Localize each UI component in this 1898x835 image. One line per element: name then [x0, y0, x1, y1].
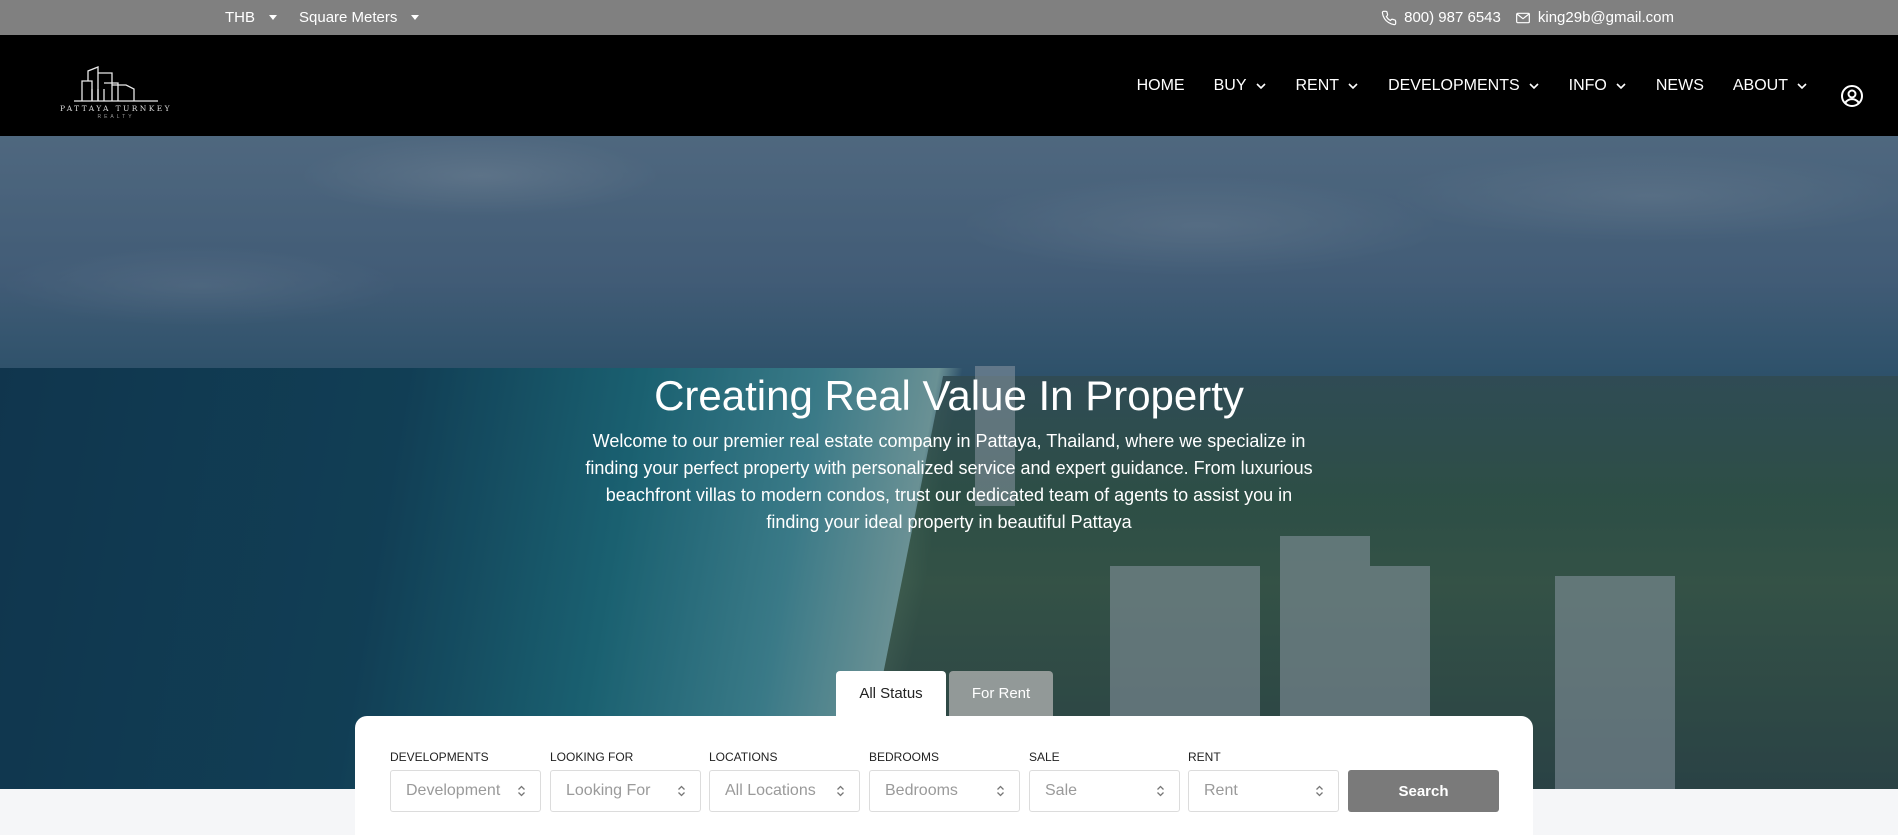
select-value: Looking For — [566, 782, 651, 799]
chevron-down-icon — [1616, 82, 1626, 89]
nav-item-info[interactable]: INFO — [1569, 77, 1627, 95]
sale-select[interactable]: Sale — [1029, 770, 1180, 812]
nav-item-about[interactable]: ABOUT — [1733, 77, 1808, 95]
caret-down-icon — [411, 15, 420, 20]
top-bar: THB Square Meters 800) 987 6543 king29b@… — [0, 0, 1898, 35]
phone-link[interactable]: 800) 987 6543 — [1381, 9, 1501, 26]
hero-description: Welcome to our premier real estate compa… — [585, 431, 1313, 532]
bedrooms-field: BEDROOMS Bedrooms — [869, 750, 1020, 812]
top-bar-left: THB Square Meters — [225, 0, 420, 35]
search-status-tabs: All Status For Rent — [836, 671, 1053, 716]
main-nav: HOME BUY RENT DEVELOPMENTS INFO NEWS ABO… — [1137, 35, 1808, 136]
nav-item-label: BUY — [1213, 76, 1247, 94]
buildings-logo-icon — [74, 66, 158, 102]
nav-item-label: HOME — [1136, 76, 1185, 94]
nav-item-label: ABOUT — [1732, 76, 1788, 94]
select-value: Bedrooms — [885, 782, 958, 799]
nav-item-news[interactable]: NEWS — [1656, 77, 1704, 95]
developments-select[interactable]: Development — [390, 770, 541, 812]
nav-item-label: INFO — [1568, 76, 1607, 94]
hero-title: Creating Real Value In Property — [654, 372, 1244, 419]
nav-item-rent[interactable]: RENT — [1296, 77, 1360, 95]
phone-number: 800) 987 6543 — [1404, 9, 1501, 26]
main-header: PATTAYA TURNKEY REALTY HOME BUY RENT DEV… — [0, 35, 1898, 136]
area-unit-label: Square Meters — [299, 9, 398, 26]
top-bar-contacts: 800) 987 6543 king29b@gmail.com — [1381, 0, 1674, 35]
phone-icon — [1381, 10, 1397, 26]
area-unit-dropdown[interactable]: Square Meters — [299, 9, 420, 26]
select-value: Sale — [1045, 782, 1078, 799]
logo-brand-text: PATTAYA TURNKEY — [60, 104, 172, 113]
sort-arrows-icon — [997, 785, 1004, 797]
email-address: king29b@gmail.com — [1537, 9, 1674, 26]
nav-item-label: DEVELOPMENTS — [1388, 76, 1520, 94]
user-circle-icon[interactable] — [1840, 84, 1864, 108]
developments-field: DEVELOPMENTS Development — [390, 750, 541, 812]
select-value: Rent — [1204, 782, 1238, 799]
chevron-down-icon — [1255, 82, 1266, 89]
sort-arrows-icon — [1157, 785, 1164, 797]
email-link[interactable]: king29b@gmail.com — [1515, 9, 1674, 26]
locations-field: LOCATIONS All Locations — [709, 750, 860, 812]
nav-item-label: NEWS — [1655, 76, 1704, 94]
sort-arrows-icon — [1316, 785, 1323, 797]
select-value: Development — [406, 782, 501, 799]
field-label: RENT — [1188, 750, 1221, 764]
tab-all-status[interactable]: All Status — [836, 671, 946, 716]
mail-icon — [1515, 10, 1531, 26]
looking-for-field: LOOKING FOR Looking For — [550, 750, 701, 812]
field-label: DEVELOPMENTS — [390, 750, 489, 764]
sort-arrows-icon — [837, 785, 844, 797]
sort-arrows-icon — [518, 785, 525, 797]
select-value: All Locations — [725, 782, 816, 799]
logo-sub-text: REALTY — [97, 114, 135, 120]
nav-item-buy[interactable]: BUY — [1214, 77, 1267, 95]
search-button[interactable]: Search — [1348, 770, 1499, 812]
caret-down-icon — [269, 15, 277, 20]
field-label: BEDROOMS — [869, 750, 940, 764]
rent-field: RENT Rent — [1188, 750, 1339, 812]
nav-item-home[interactable]: HOME — [1137, 77, 1185, 95]
bedrooms-select[interactable]: Bedrooms — [869, 770, 1020, 812]
nav-item-developments[interactable]: DEVELOPMENTS — [1388, 77, 1540, 95]
search-panel: DEVELOPMENTS Development LOOKING FOR Loo… — [355, 716, 1533, 835]
currency-label: THB — [225, 9, 255, 26]
chevron-down-icon — [1348, 82, 1358, 89]
field-label: SALE — [1029, 750, 1060, 764]
currency-dropdown[interactable]: THB — [225, 9, 277, 26]
rent-select[interactable]: Rent — [1188, 770, 1339, 812]
site-logo[interactable]: PATTAYA TURNKEY REALTY — [52, 59, 180, 121]
locations-select[interactable]: All Locations — [709, 770, 860, 812]
chevron-down-icon — [1529, 82, 1539, 89]
sort-arrows-icon — [678, 785, 685, 797]
sale-field: SALE Sale — [1029, 750, 1180, 812]
field-label: LOOKING FOR — [550, 750, 634, 764]
chevron-down-icon — [1797, 82, 1807, 89]
field-label: LOCATIONS — [709, 750, 778, 764]
nav-item-label: RENT — [1295, 76, 1340, 94]
looking-for-select[interactable]: Looking For — [550, 770, 701, 812]
tab-for-rent[interactable]: For Rent — [949, 671, 1053, 716]
